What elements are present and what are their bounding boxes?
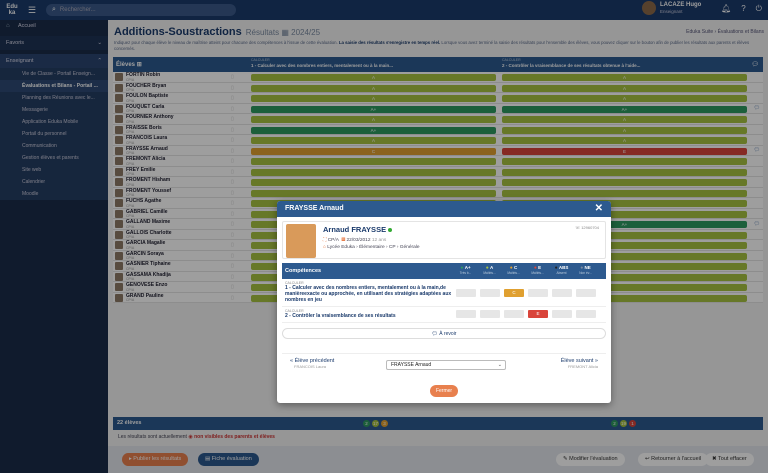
level-label: Absent	[556, 270, 567, 275]
button-label: À revoir	[439, 331, 457, 337]
competence-text: 1 - Calculer avec des nombres entiers, m…	[285, 285, 452, 303]
level-label: Maîtris...	[531, 270, 544, 275]
level-label: Non év...	[579, 270, 592, 275]
level-dot-icon: ●	[460, 264, 464, 271]
select-value: FRAYSSE Arnaud	[391, 362, 432, 368]
student-dob: 22/03/2012	[346, 238, 371, 243]
competence-row: CALCULER 2 - Contrôler la vraisemblance d…	[282, 307, 606, 323]
competences-header: Compétences ● A+ Très b... ● A Maîtris... ● …	[282, 263, 606, 279]
competences-title: Compétences	[285, 268, 322, 274]
level-header-abs: ● ABS Absent	[550, 265, 573, 276]
student-card: Arnaud FRAYSSE ⛶ CP/A ▦ 22/03/2012 12 an…	[282, 221, 606, 259]
level-code: NE	[584, 264, 591, 270]
level-label: Très b...	[459, 270, 472, 275]
level-option[interactable]	[480, 310, 500, 318]
previous-student-button[interactable]: « Élève précédent FRANCOIS Laura	[290, 358, 334, 369]
level-option[interactable]	[504, 310, 524, 318]
level-code: A	[490, 264, 494, 270]
level-code: C	[514, 264, 518, 270]
level-dot-icon: ●	[509, 264, 513, 271]
student-photo	[286, 224, 316, 258]
level-option[interactable]	[552, 289, 572, 297]
close-icon[interactable]: ✕	[595, 201, 603, 217]
level-header-a+: ● A+ Très b...	[454, 265, 477, 276]
level-option[interactable]	[552, 310, 572, 318]
level-dot-icon: ●	[580, 264, 584, 271]
chevron-down-icon: ⌄	[497, 362, 502, 368]
level-option[interactable]	[456, 310, 476, 318]
school-icon: ⌂	[323, 245, 326, 250]
level-option[interactable]	[480, 289, 500, 297]
level-code: ABS	[558, 264, 569, 270]
level-header-c: ● C Maîtris...	[502, 265, 525, 276]
level-option[interactable]	[528, 289, 548, 297]
competence-row: CALCULER 1 - Calculer avec des nombres en…	[282, 279, 606, 307]
class-icon: ⛶	[323, 238, 327, 243]
level-code: A+	[464, 264, 471, 270]
student-modal: FRAYSSE Arnaud ✕ Arnaud FRAYSSE ⛶ CP/A ▦ …	[277, 201, 611, 403]
level-label: Maîtris...	[483, 270, 496, 275]
modal-header: FRAYSSE Arnaud ✕	[277, 201, 611, 217]
student-school: Lycée Eduka › Élémentaire › CP › Général…	[327, 245, 420, 250]
close-button[interactable]: Fermer	[430, 385, 458, 397]
student-select[interactable]: FRAYSSE Arnaud ⌄	[386, 360, 506, 370]
level-dot-icon: ●	[554, 264, 558, 271]
level-header-a: ● A Maîtris...	[478, 265, 501, 276]
next-student-button[interactable]: Élève suivant » FREMONT Alicia	[561, 358, 598, 369]
calendar-icon: ▦	[341, 238, 346, 243]
id-icon: ☏	[575, 225, 581, 230]
competence-text: 2 - Contrôler la vraisemblance de ses ré…	[285, 313, 396, 319]
level-option[interactable]: E	[528, 310, 548, 318]
student-id: 12960704	[581, 225, 599, 230]
student-name: Arnaud FRAYSSE	[323, 225, 387, 234]
next-name: FREMONT Alicia	[567, 364, 598, 369]
student-class: CP/A	[327, 238, 339, 243]
level-header-ne: ● NE Non év...	[574, 265, 597, 276]
level-dot-icon: ●	[485, 264, 489, 271]
level-code: E	[538, 264, 542, 270]
level-option[interactable]	[576, 289, 596, 297]
level-header-e: ● E Maîtris...	[526, 265, 549, 276]
student-age: 12 ans	[371, 238, 387, 243]
level-label: Maîtris...	[507, 270, 520, 275]
level-option[interactable]: C	[504, 289, 524, 297]
a-revoir-button[interactable]: 💬︎ À revoir	[282, 328, 606, 339]
student-navigation: « Élève précédent FRANCOIS Laura FRAYSSE …	[282, 353, 606, 377]
prev-name: FRANCOIS Laura	[294, 364, 327, 369]
level-option[interactable]	[576, 310, 596, 318]
online-status-dot	[388, 228, 393, 233]
level-dot-icon: ●	[533, 264, 537, 271]
modal-title: FRAYSSE Arnaud	[285, 205, 344, 212]
level-option[interactable]	[456, 289, 476, 297]
comment-icon: 💬︎	[431, 331, 438, 337]
